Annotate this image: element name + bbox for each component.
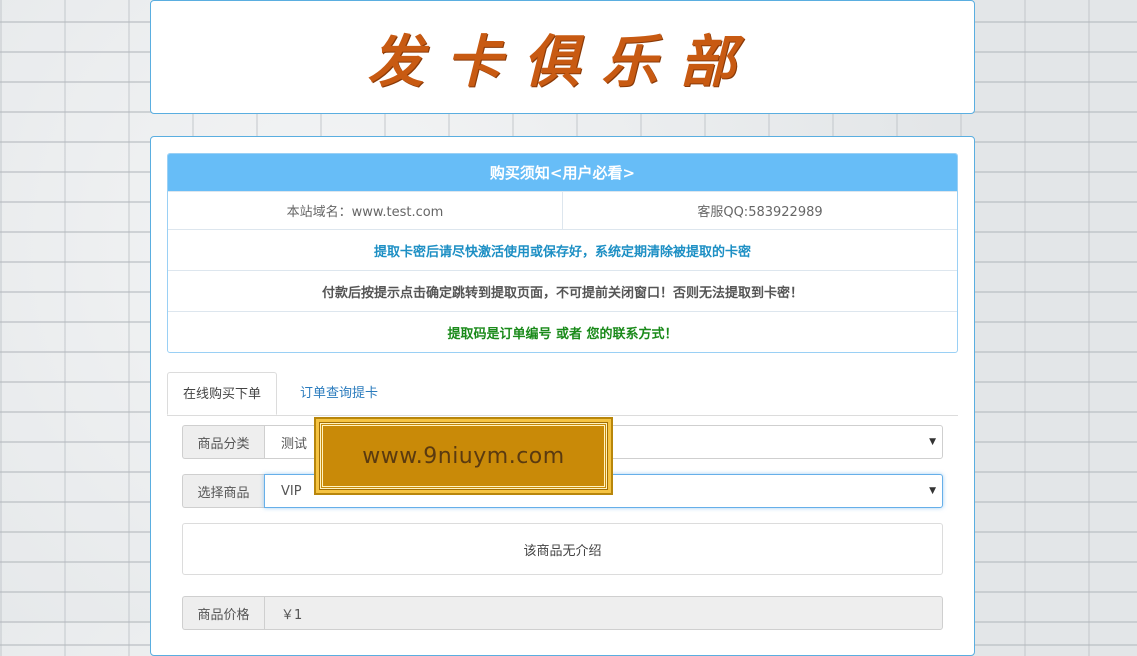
price-value: ￥1	[281, 607, 303, 623]
site-domain: 本站域名：www.test.com	[286, 205, 444, 220]
price-field: ￥1	[264, 596, 943, 630]
notice-line-1: 提取卡密后请尽快激活使用或保存好，系统定期清除被提取的卡密	[168, 229, 957, 270]
site-logo: 发卡俱乐部	[367, 28, 758, 95]
purchase-notice: 购买须知<用户必看> 本站域名：www.test.com 客服QQ:583922…	[167, 153, 958, 353]
chevron-down-icon: ▼	[929, 486, 936, 496]
order-tabs: 在线购买下单 订单查询提卡	[167, 372, 958, 416]
price-label: 商品价格	[182, 596, 264, 630]
service-qq: 客服QQ:583922989	[562, 192, 957, 229]
notice-title: 购买须知<用户必看>	[168, 154, 957, 191]
logo-panel: 发卡俱乐部	[150, 0, 975, 114]
watermark-frame: www.9niuym.com	[319, 422, 608, 490]
notice-line-3: 提取码是订单编号 或者 您的联系方式！	[168, 311, 957, 352]
main-panel: 购买须知<用户必看> 本站域名：www.test.com 客服QQ:583922…	[150, 136, 975, 656]
price-row: 商品价格 ￥1	[182, 596, 943, 630]
product-description: 该商品无介绍	[182, 523, 943, 575]
watermark-banner: www.9niuym.com	[314, 417, 613, 495]
category-label: 商品分类	[182, 425, 264, 459]
tab-online-purchase[interactable]: 在线购买下单	[167, 372, 278, 415]
chevron-down-icon: ▼	[929, 437, 936, 447]
tab-order-query[interactable]: 订单查询提卡	[285, 372, 393, 415]
description-text: 该商品无介绍	[523, 543, 602, 559]
product-value: VIP	[281, 483, 302, 499]
notice-line-2: 付款后按提示点击确定跳转到提取页面，不可提前关闭窗口！否则无法提取到卡密！	[168, 270, 957, 311]
product-label: 选择商品	[182, 474, 264, 508]
watermark-text: www.9niuym.com	[362, 443, 565, 469]
notice-info-row: 本站域名：www.test.com 客服QQ:583922989	[168, 191, 957, 229]
category-value: 测试	[281, 436, 308, 452]
